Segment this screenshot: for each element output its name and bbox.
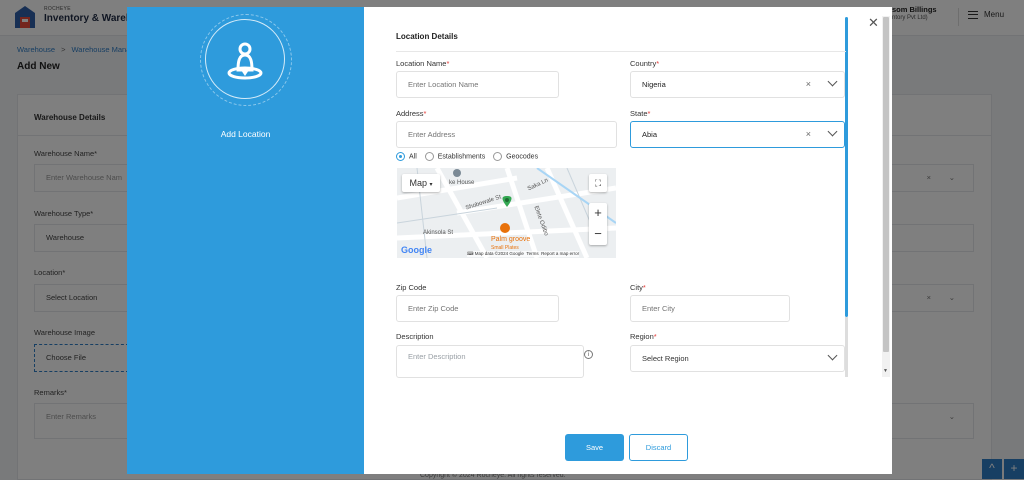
country-select[interactable]: Nigeria × [630, 71, 845, 98]
google-map[interactable]: ke House Saka Ln Shobowale St Akinsola S… [397, 168, 616, 258]
radio-label: Establishments [437, 153, 486, 161]
keyboard-icon[interactable]: ⌨ [467, 251, 474, 256]
zip-code-input[interactable] [396, 295, 559, 322]
attribution-text: Map data ©2024 Google [474, 251, 524, 256]
divider [396, 51, 846, 52]
address-label: Address* [396, 109, 426, 118]
required-mark: * [423, 109, 427, 118]
clear-icon[interactable]: × [806, 122, 811, 147]
inner-scrollbar-track [845, 317, 848, 377]
label-text: Location Name [396, 59, 447, 68]
terms-link[interactable]: Terms [526, 251, 538, 256]
zoom-out-icon[interactable]: − [589, 224, 607, 245]
radio-indicator [396, 152, 405, 161]
save-button[interactable]: Save [565, 434, 624, 461]
info-icon[interactable]: i [584, 350, 593, 359]
map-attribution: ⌨ Map data ©2024 Google Terms Report a m… [467, 251, 580, 257]
required-mark: * [647, 109, 651, 118]
description-label: Description [396, 332, 434, 341]
zoom-in-icon[interactable]: + [589, 203, 607, 224]
map-type-label: Map [409, 178, 427, 188]
caret-down-icon: ▾ [429, 182, 433, 188]
map-label: ke House [449, 180, 475, 186]
report-error-link[interactable]: Report a map error [541, 251, 579, 256]
region-select[interactable]: Select Region [630, 345, 845, 372]
radio-establishments[interactable]: Establishments [424, 152, 486, 161]
map-poi-label[interactable]: Palm groove [491, 236, 530, 243]
section-title: Location Details [396, 32, 458, 41]
radio-label: All [409, 153, 417, 161]
state-value: Abia [642, 130, 658, 139]
state-select[interactable]: Abia × [630, 121, 845, 148]
radio-indicator [493, 152, 503, 161]
chevron-down-icon[interactable] [827, 76, 838, 87]
location-name-label: Location Name* [396, 59, 449, 68]
close-icon[interactable]: ✕ [868, 15, 879, 31]
chevron-down-icon[interactable] [827, 126, 838, 137]
search-type-radio-group: All Establishments Geocodes [396, 152, 544, 161]
zip-code-label: Zip Code [396, 283, 427, 292]
chevron-down-icon[interactable] [827, 350, 838, 361]
radio-all[interactable]: All [396, 152, 417, 161]
radio-geocodes[interactable]: Geocodes [493, 152, 538, 161]
location-name-input[interactable] [396, 71, 559, 98]
city-input[interactable] [630, 295, 790, 322]
description-textarea[interactable]: Enter Description [396, 345, 584, 378]
add-location-modal: Add Location ✕ ▼ Location Details Locati… [127, 7, 892, 474]
country-value: Nigeria [642, 80, 666, 89]
scrollbar-thumb[interactable] [883, 17, 889, 352]
placeholder-text: Enter Description [408, 352, 466, 361]
zoom-control: + − [589, 203, 607, 245]
location-person-icon [227, 42, 263, 80]
inner-scrollbar-thumb[interactable] [845, 17, 848, 317]
address-input[interactable] [396, 121, 617, 148]
map-type-button[interactable]: Map ▾ [402, 174, 440, 192]
map-label: Akinsola St [423, 230, 454, 236]
radio-indicator [424, 152, 434, 161]
label-text: Country [630, 59, 657, 68]
required-mark: * [642, 283, 646, 292]
label-text: Address [396, 109, 424, 118]
label-text: City [630, 283, 643, 292]
required-mark: * [656, 59, 660, 68]
region-placeholder: Select Region [642, 354, 689, 363]
discard-button[interactable]: Discard [629, 434, 688, 461]
required-mark: * [446, 59, 450, 68]
country-label: Country* [630, 59, 659, 68]
required-mark: * [653, 332, 657, 341]
radio-label: Geocodes [506, 153, 539, 161]
clear-icon[interactable]: × [806, 72, 811, 97]
fullscreen-icon[interactable]: ⛶ [589, 174, 607, 192]
label-text: State [630, 109, 648, 118]
region-label: Region* [630, 332, 657, 341]
modal-side-panel: Add Location [127, 7, 364, 474]
city-label: City* [630, 283, 646, 292]
state-label: State* [630, 109, 650, 118]
side-panel-title: Add Location [220, 129, 271, 139]
label-text: Region [630, 332, 654, 341]
scroll-down-arrow-icon[interactable]: ▼ [883, 368, 888, 374]
google-logo: Google [401, 245, 432, 255]
